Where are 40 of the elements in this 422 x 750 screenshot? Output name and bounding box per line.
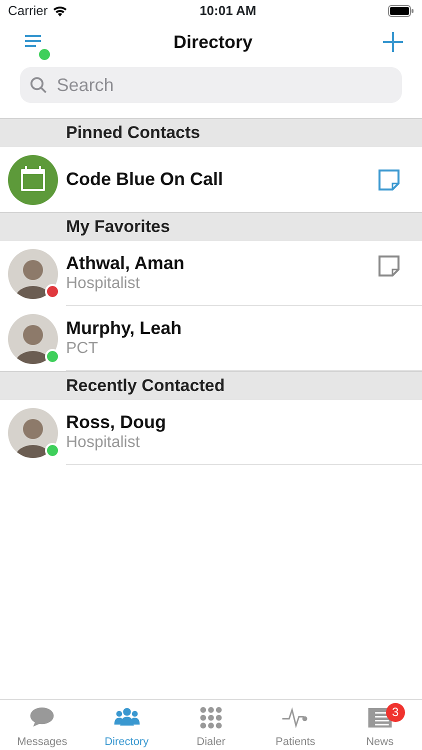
battery-icon bbox=[388, 5, 414, 17]
contact-role: Hospitalist bbox=[66, 433, 141, 452]
contact-role: Hospitalist bbox=[66, 274, 141, 294]
keypad-icon bbox=[198, 706, 224, 730]
menu-button[interactable] bbox=[24, 34, 44, 50]
contact-name: Code Blue On Call bbox=[66, 168, 224, 190]
avatar bbox=[8, 408, 58, 458]
contact-name: Murphy, Leah bbox=[66, 318, 183, 340]
menu-icon bbox=[24, 34, 44, 50]
clock-text: 10:01 AM bbox=[200, 2, 256, 20]
notification-badge: 3 bbox=[386, 703, 405, 722]
contact-row[interactable]: Code Blue On Call bbox=[0, 147, 422, 212]
tab-button[interactable]: Directory bbox=[84, 700, 169, 750]
calendar-avatar bbox=[8, 154, 58, 204]
search-icon bbox=[30, 76, 47, 94]
contact-row[interactable]: Athwal, Aman Hospitalist bbox=[0, 241, 422, 306]
speech-bubble-icon bbox=[29, 706, 56, 730]
avatar bbox=[8, 314, 58, 364]
pulse-icon bbox=[282, 706, 308, 730]
add-button[interactable] bbox=[382, 31, 404, 53]
screen-title: Directory bbox=[173, 30, 253, 54]
tab-button[interactable]: Patients bbox=[253, 700, 338, 750]
tab-button[interactable]: News 3 bbox=[338, 700, 422, 750]
note-icon[interactable] bbox=[378, 168, 400, 190]
section-header: My Favorites bbox=[0, 212, 422, 241]
search-field[interactable]: Search bbox=[20, 67, 402, 103]
contact-name: Ross, Doug bbox=[66, 412, 168, 434]
note-icon[interactable] bbox=[378, 255, 400, 277]
avatar bbox=[8, 248, 58, 298]
tab-button[interactable]: Messages bbox=[0, 700, 84, 750]
contact-row[interactable]: Ross, Doug Hospitalist bbox=[0, 400, 422, 465]
wifi-icon bbox=[52, 5, 68, 17]
contact-role: PCT bbox=[66, 339, 99, 358]
tab-button[interactable]: Dialer bbox=[168, 700, 254, 750]
carrier-text: Carrier bbox=[8, 2, 48, 20]
section-header: Recently Contacted bbox=[0, 371, 422, 400]
plus-icon bbox=[382, 31, 404, 53]
search-input[interactable]: Search bbox=[54, 70, 392, 100]
section-header: Pinned Contacts bbox=[0, 118, 422, 147]
contact-name: Athwal, Aman bbox=[66, 252, 186, 274]
